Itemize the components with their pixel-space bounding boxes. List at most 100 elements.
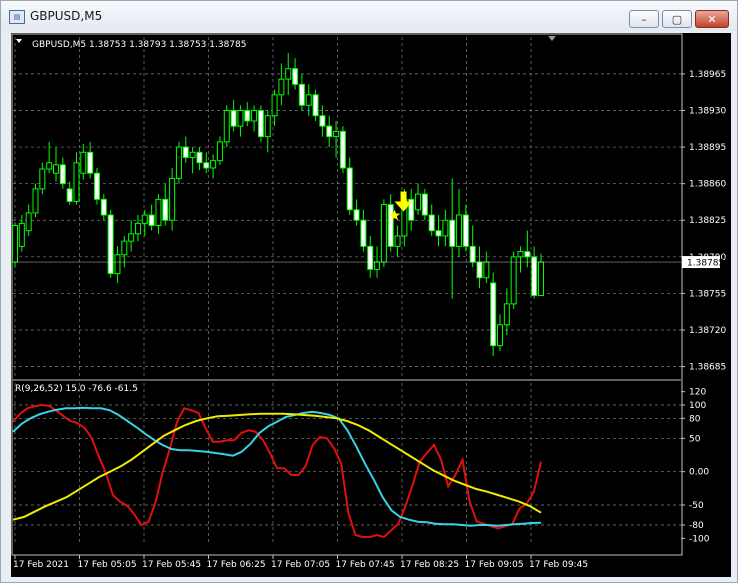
- candle-bear: [162, 198, 169, 221]
- candle-bull: [278, 78, 285, 96]
- candle-bull: [223, 109, 230, 143]
- time-tick-label: 17 Feb 05:05: [78, 560, 137, 570]
- candle-bear: [469, 245, 476, 263]
- candle-bull: [18, 222, 25, 247]
- candle-bull: [237, 109, 244, 127]
- candle-bull: [394, 235, 401, 247]
- candle-bull: [285, 68, 292, 80]
- chart-area[interactable]: 1.386851.387201.387551.387901.388251.388…: [11, 33, 731, 577]
- candle-bear: [87, 151, 94, 174]
- candle-bull: [134, 222, 141, 235]
- price-tick-label: 1.38965: [689, 70, 726, 80]
- candle-bull: [538, 261, 544, 297]
- candle-bear: [257, 109, 264, 138]
- price-chart-svg[interactable]: 1.386851.387201.387551.387901.388251.388…: [11, 33, 731, 577]
- candle-bull: [25, 212, 32, 232]
- candle-bull: [80, 151, 87, 174]
- candle-bull: [415, 193, 422, 211]
- candle-bear: [476, 261, 483, 279]
- time-tick-label: 17 Feb 07:45: [336, 560, 395, 570]
- candle-bear: [360, 219, 367, 247]
- candle-bull: [114, 254, 121, 275]
- candle-bear: [93, 172, 100, 200]
- candle-bear: [531, 256, 538, 297]
- candle-bear: [339, 130, 346, 169]
- chart-window: ▤ GBPUSD,M5 – ▢ ✕ 1.38685 1.38720 1.38755 1…: [0, 0, 738, 583]
- indicator-tick-label: -80: [689, 521, 704, 531]
- candle-bull: [216, 141, 223, 162]
- candle-bear: [59, 164, 66, 185]
- current-price-label: 1.38785: [687, 259, 724, 269]
- indicator-panel: [12, 403, 542, 539]
- indicator-tick-label: 80: [689, 414, 701, 424]
- candle-bear: [435, 230, 442, 237]
- candle-bull: [175, 146, 182, 179]
- candle-bear: [449, 219, 456, 247]
- candle-bear: [298, 83, 305, 106]
- restore-button[interactable]: ▢: [662, 10, 692, 28]
- candle-bull: [39, 168, 46, 190]
- price-tick-label: 1.38685: [689, 363, 726, 373]
- grid: [13, 37, 681, 545]
- title-bar[interactable]: ▤ GBPUSD,M5 – ▢ ✕: [1, 1, 737, 31]
- time-tick-label: 17 Feb 2021: [13, 560, 69, 570]
- time-tick-label: 17 Feb 06:25: [207, 560, 266, 570]
- collapse-triangle-icon[interactable]: [16, 39, 22, 43]
- candle-bull: [12, 224, 18, 263]
- candle-bull: [128, 233, 135, 242]
- candle-bear: [203, 162, 210, 169]
- indicator-tick-label: 0.00: [689, 468, 709, 478]
- indicator-tick-label: 120: [689, 388, 706, 398]
- time-tick-label: 17 Feb 09:45: [529, 560, 588, 570]
- candle-bear: [319, 115, 326, 127]
- candle-bull: [374, 261, 381, 270]
- price-tick-label: 1.38720: [689, 326, 726, 336]
- candle-bull: [32, 188, 39, 214]
- chart-window-icon[interactable]: ▤: [9, 10, 25, 24]
- candle-bull: [442, 219, 449, 237]
- candle-bull: [264, 115, 271, 138]
- candle-bear: [244, 109, 251, 122]
- indicator-tick-label: 50: [689, 434, 701, 444]
- candle-bear: [346, 167, 353, 211]
- time-tick-label: 17 Feb 07:05: [271, 560, 330, 570]
- candle-bull: [251, 109, 258, 122]
- close-button[interactable]: ✕: [695, 10, 729, 28]
- price-panel: [12, 53, 681, 357]
- candle-bear: [182, 146, 189, 159]
- chart-shift-marker-icon[interactable]: [548, 36, 556, 41]
- minimize-button[interactable]: –: [629, 10, 659, 28]
- time-tick-label: 17 Feb 08:25: [400, 560, 459, 570]
- candle-bull: [380, 204, 387, 263]
- candle-bear: [367, 245, 374, 270]
- candle-bear: [230, 109, 237, 127]
- candle-bull: [52, 164, 59, 174]
- candle-bull: [155, 198, 162, 226]
- axes: 1.386851.387201.387551.387901.388251.388…: [13, 70, 726, 570]
- symbol-header: GBPUSD,M5 1.38753 1.38793 1.38753 1.3878…: [32, 40, 246, 50]
- price-tick-label: 1.38860: [689, 180, 726, 190]
- candle-bear: [196, 151, 203, 164]
- candle-bear: [148, 214, 155, 226]
- indicator-line-0: [12, 403, 542, 539]
- indicator-header: R(9,26,52) 15.0 -76.6 -61.5: [15, 384, 138, 394]
- candle-bull: [189, 151, 196, 159]
- candle-bear: [428, 214, 435, 232]
- candle-bull: [483, 261, 490, 279]
- time-tick-label: 17 Feb 05:45: [142, 560, 201, 570]
- candle-bull: [333, 130, 340, 138]
- candle-bull: [456, 214, 463, 247]
- candle-bull: [517, 251, 524, 258]
- candle-bear: [100, 198, 107, 216]
- candle-bull: [141, 214, 148, 224]
- candle-bear: [292, 68, 299, 85]
- candle-bear: [353, 209, 360, 221]
- candle-bear: [524, 251, 531, 258]
- candle-bull: [46, 162, 53, 170]
- chart-frame: [11, 33, 683, 556]
- candle-bear: [66, 188, 73, 202]
- candle-bull: [305, 94, 312, 106]
- indicator-tick-label: -50: [689, 501, 704, 511]
- candle-bull: [121, 240, 128, 256]
- candle-bull: [503, 303, 510, 326]
